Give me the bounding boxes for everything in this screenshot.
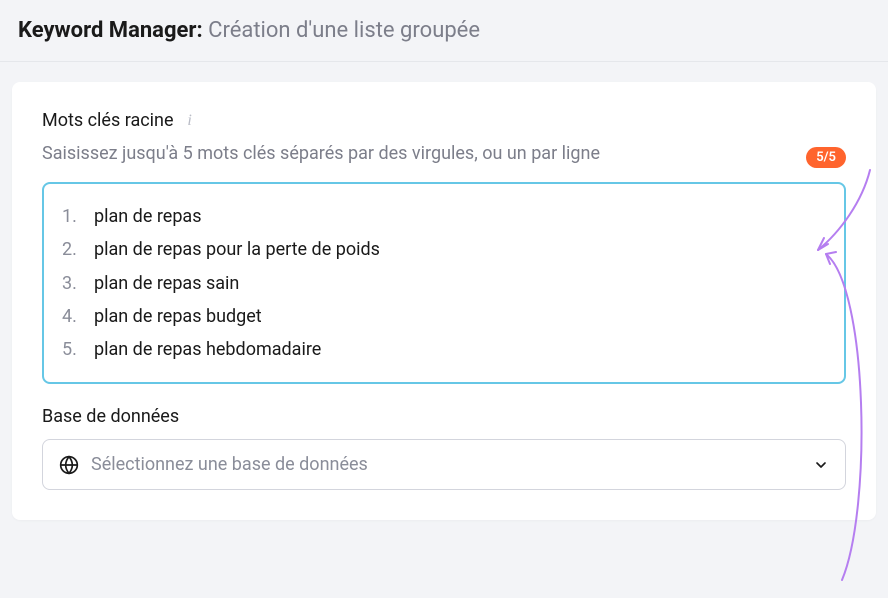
keyword-item: plan de repas pour la perte de poids bbox=[62, 233, 826, 266]
keyword-text: plan de repas pour la perte de poids bbox=[94, 233, 380, 266]
keyword-text: plan de repas budget bbox=[94, 300, 262, 333]
database-placeholder: Sélectionnez une base de données bbox=[91, 454, 368, 475]
keyword-text: plan de repas hebdomadaire bbox=[94, 333, 321, 366]
globe-icon bbox=[59, 455, 79, 475]
root-keywords-input[interactable]: plan de repas plan de repas pour la pert… bbox=[42, 182, 846, 384]
keyword-item: plan de repas hebdomadaire bbox=[62, 333, 826, 366]
page-subtitle: Création d'une liste groupée bbox=[208, 18, 480, 43]
database-section: Base de données Sélectionnez une base de… bbox=[42, 406, 846, 490]
keyword-item: plan de repas sain bbox=[62, 267, 826, 300]
root-keywords-hint-row: Saisissez jusqu'à 5 mots clés séparés pa… bbox=[42, 141, 846, 168]
database-select[interactable]: Sélectionnez une base de données bbox=[42, 439, 846, 490]
database-select-left: Sélectionnez une base de données bbox=[59, 454, 368, 475]
page-title-prefix: Keyword Manager: bbox=[18, 18, 208, 43]
chevron-down-icon bbox=[813, 457, 829, 473]
keywords-list: plan de repas plan de repas pour la pert… bbox=[62, 200, 826, 366]
form-card: Mots clés racine i Saisissez jusqu'à 5 m… bbox=[12, 82, 876, 520]
database-label: Base de données bbox=[42, 406, 846, 427]
keyword-text: plan de repas bbox=[94, 200, 202, 233]
root-keywords-label-row: Mots clés racine i bbox=[42, 110, 846, 131]
info-icon[interactable]: i bbox=[182, 113, 198, 129]
keyword-item: plan de repas budget bbox=[62, 300, 826, 333]
keyword-item: plan de repas bbox=[62, 200, 826, 233]
root-keywords-hint: Saisissez jusqu'à 5 mots clés séparés pa… bbox=[42, 141, 600, 167]
root-keywords-label: Mots clés racine bbox=[42, 110, 174, 131]
keywords-counter-badge: 5/5 bbox=[806, 147, 846, 168]
page-header: Keyword Manager: Création d'une liste gr… bbox=[0, 0, 888, 62]
keyword-text: plan de repas sain bbox=[94, 267, 239, 300]
